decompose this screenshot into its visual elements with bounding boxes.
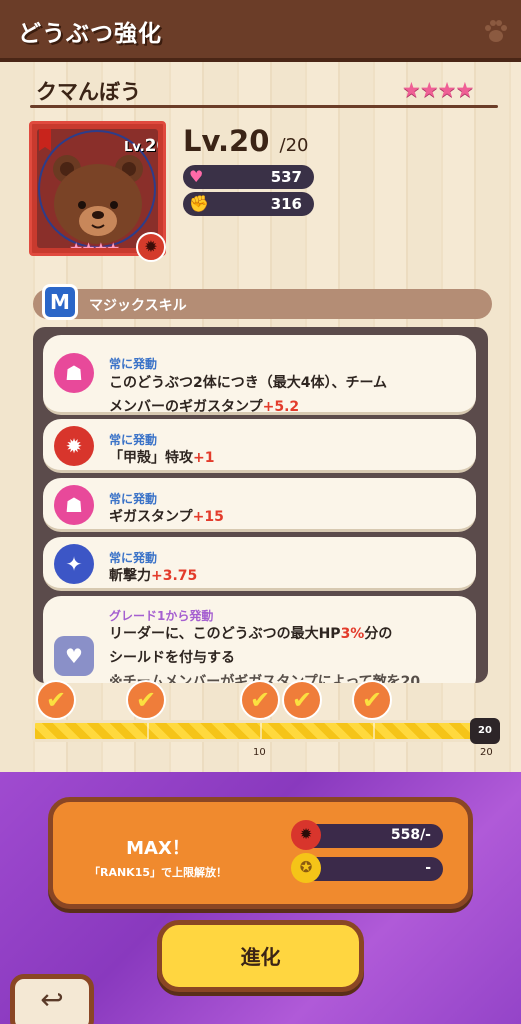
portrait-stars: ★★★★ xyxy=(69,239,120,248)
rarity-stars: ★★★★ xyxy=(402,78,474,102)
grade-progress-bar xyxy=(32,720,498,742)
evolve-button[interactable]: 進化 xyxy=(157,920,364,992)
skill-header-title: マジックスキル xyxy=(89,298,187,314)
skill-card[interactable]: ♥ グレード1から発動 リーダーに、このどうぶつの最大HP3%分の シールドを付与… xyxy=(43,596,476,683)
pet-name: クマんぼう xyxy=(36,80,141,104)
page-title: どうぶつ強化 xyxy=(18,21,162,47)
paw-icon xyxy=(485,20,507,42)
progress-tick-10: 10 xyxy=(253,747,266,758)
medal-resource-bar: ✪ - xyxy=(291,853,443,883)
grade-marker-check[interactable]: ✔ xyxy=(240,680,280,720)
level-display: Lv.20 /20 xyxy=(183,124,309,158)
portrait-level: Lv.20 xyxy=(124,136,158,156)
top-bar: どうぶつ強化 xyxy=(0,0,521,62)
shield-heart-icon: ♥ xyxy=(54,636,94,676)
grade-marker-check[interactable]: ✔ xyxy=(352,680,392,720)
skill-card[interactable]: ✹ 常に発動 「甲殻」特攻+1 xyxy=(43,419,476,473)
crab-icon: ✹ xyxy=(54,426,94,466)
heart-icon: ♥ xyxy=(189,167,204,186)
crab-icon: ✹ xyxy=(291,820,321,850)
skill-card[interactable]: ☗ 常に発動 ギガスタンプ+15 xyxy=(43,478,476,532)
rank-unlock-note: 「RANK15」で上限解放！ xyxy=(88,866,228,879)
medal-icon: ✪ xyxy=(291,853,321,883)
skill-card[interactable]: ☗ 常に発動 このどうぶつ2体につき（最大4体）、チーム メンバーのギガスタンプ+… xyxy=(43,335,476,415)
portrait-image: Lv.20 ★★★★ xyxy=(37,129,158,248)
max-grade-flag: 20 xyxy=(470,718,500,744)
max-panel: MAX！ 「RANK15」で上限解放！ ✹ 558/- ✪ - xyxy=(48,797,473,909)
giga-stamp-icon: ☗ xyxy=(54,353,94,393)
grade-marker-check[interactable]: ✔ xyxy=(282,680,322,720)
slash-icon: ✦ xyxy=(54,544,94,584)
attack-stat: ✊ 316 xyxy=(183,192,314,216)
skill-card[interactable]: ✦ 常に発動 斬撃力+3.75 xyxy=(43,537,476,591)
crab-resource-bar: ✹ 558/- xyxy=(291,820,443,850)
giga-stamp-icon: ☗ xyxy=(54,485,94,525)
grade-marker-check[interactable]: ✔ xyxy=(126,680,166,720)
crab-type-icon: ✹ xyxy=(136,232,166,262)
progress-tick-20: 20 xyxy=(480,747,493,758)
hp-stat: ♥ 537 xyxy=(183,165,314,189)
muscle-icon: ✊ xyxy=(189,194,209,213)
name-divider xyxy=(30,105,498,108)
grade-marker-check[interactable]: ✔ xyxy=(36,680,76,720)
pet-portrait[interactable]: Lv.20 ★★★★ ✹ xyxy=(29,121,166,262)
back-arrow-icon: ↩ xyxy=(40,983,64,1016)
back-button[interactable]: ↩ xyxy=(10,974,94,1024)
skill-list[interactable]: ☗ 常に発動 このどうぶつ2体につき（最大4体）、チーム メンバーのギガスタンプ+… xyxy=(33,327,488,683)
max-title: MAX！ xyxy=(126,838,190,859)
magic-skill-icon: M xyxy=(42,284,78,320)
